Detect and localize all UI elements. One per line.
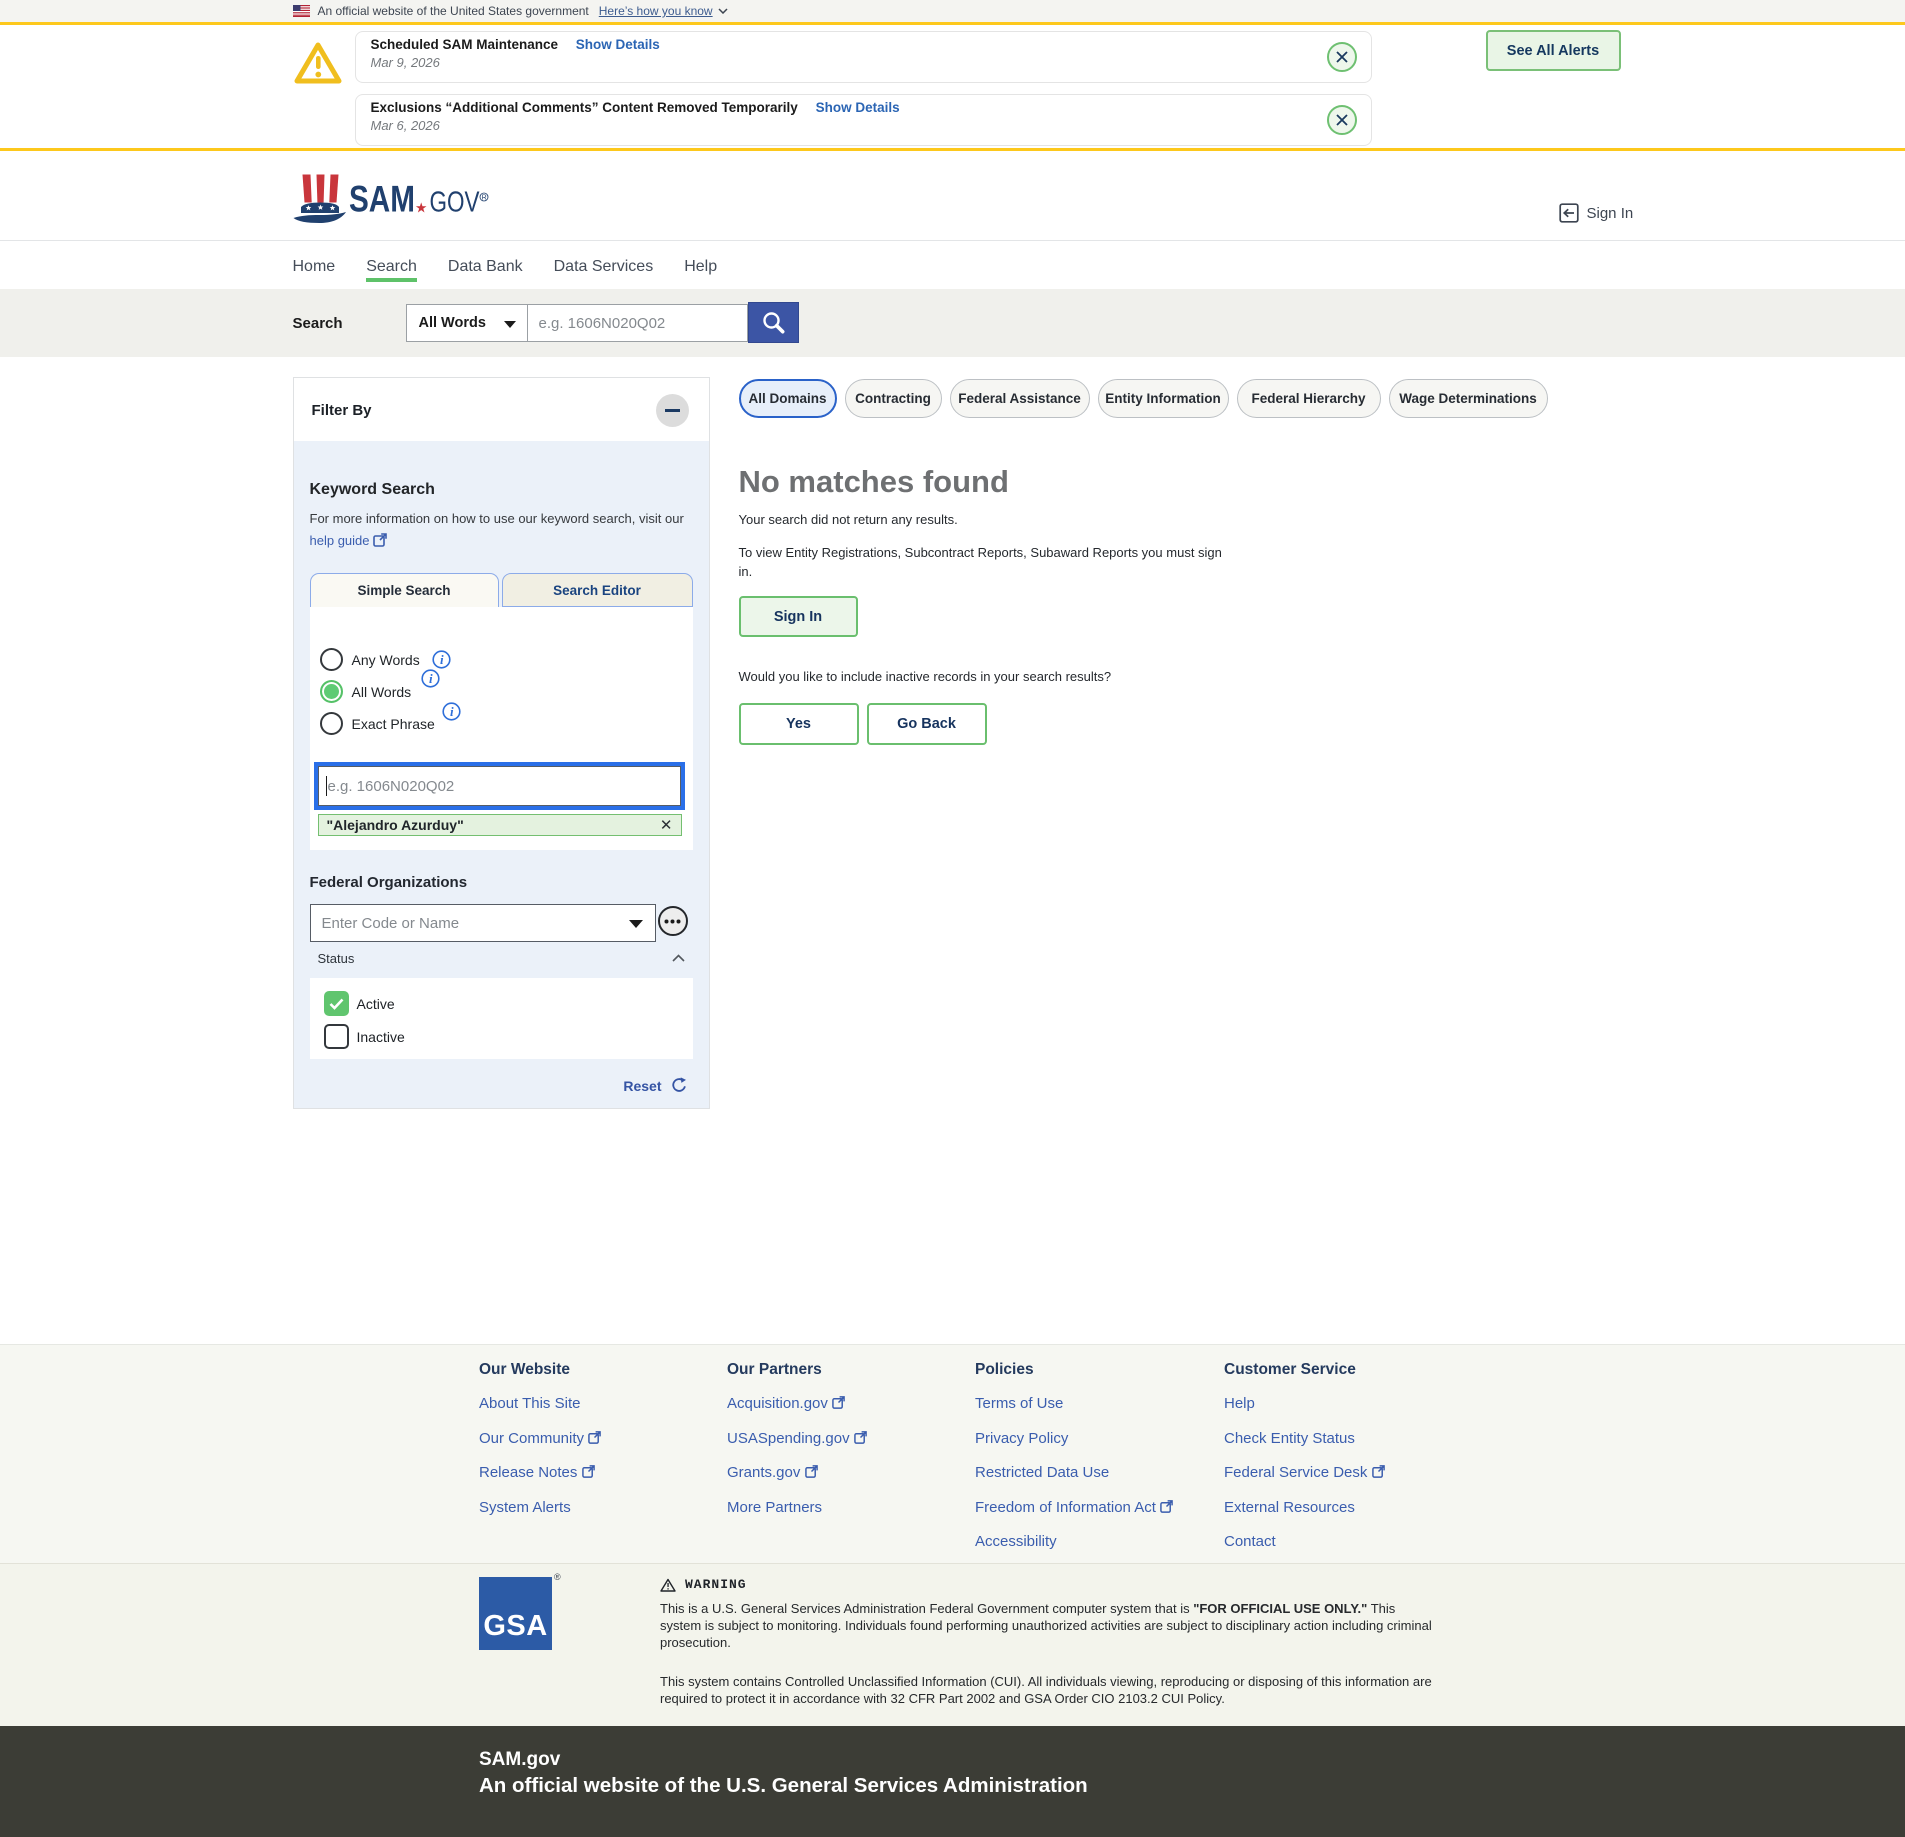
svg-text:i: i xyxy=(429,671,433,686)
svg-text:R: R xyxy=(481,195,486,202)
svg-text:i: i xyxy=(440,652,444,667)
svg-text:GOV: GOV xyxy=(429,187,480,219)
svg-text:SAM: SAM xyxy=(349,179,415,220)
svg-text:i: i xyxy=(450,704,454,719)
